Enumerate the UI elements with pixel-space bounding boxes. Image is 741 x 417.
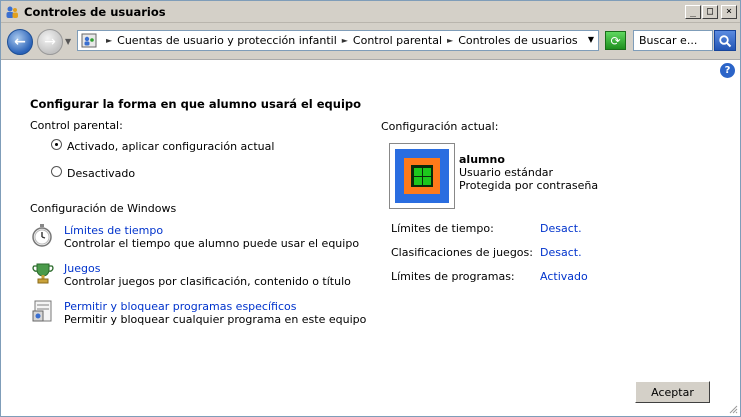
radio-activated-label[interactable]: Activado, aplicar configuración actual [67,140,274,153]
parental-control-label: Control parental: [30,119,123,132]
breadcrumb-item[interactable]: Controles de usuarios [458,34,577,47]
close-button[interactable]: × [721,5,737,19]
address-dropdown-icon[interactable]: ▼ [588,35,594,44]
windows-settings-label: Configuración de Windows [30,202,177,215]
refresh-icon: ⟳ [610,33,621,48]
allow-block-programs-link[interactable]: Permitir y bloquear programas específico… [64,300,296,313]
help-icon[interactable]: ? [720,63,735,78]
current-settings-label: Configuración actual: [381,120,499,133]
user-type: Usuario estándar [459,166,554,179]
program-icon [32,300,52,322]
minimize-button[interactable]: _ [685,5,701,19]
breadcrumb-item[interactable]: Cuentas de usuario y protección infantil [117,34,337,47]
back-button[interactable]: ← [7,29,33,55]
time-limits-status-value[interactable]: Desact. [540,222,582,235]
refresh-button[interactable]: ⟳ [605,31,626,50]
radio-deactivated-label[interactable]: Desactivado [67,167,135,180]
games-link[interactable]: Juegos [64,262,100,275]
accept-button[interactable]: Aceptar [635,381,710,403]
search-button[interactable] [714,30,736,51]
window-title: Controles de usuarios [24,4,166,19]
title-bar: Controles de usuarios _ □ × [1,1,740,23]
crumb-separator-icon[interactable]: ► [447,36,453,45]
user-protection: Protegida por contraseña [459,179,599,192]
radio-activated[interactable] [51,139,62,150]
forward-button[interactable]: → [37,29,63,55]
game-ratings-status-value[interactable]: Desact. [540,246,582,259]
time-limits-description: Controlar el tiempo que alumno puede usa… [64,237,360,250]
user-name: alumno [459,153,505,166]
forward-arrow-icon: → [44,34,56,50]
game-ratings-status-label: Clasificaciones de juegos: [391,246,533,259]
maximize-button[interactable]: □ [702,5,718,19]
resize-grip-icon[interactable] [728,404,738,414]
program-limits-status-value[interactable]: Activado [540,270,588,283]
stopwatch-icon [32,224,52,247]
back-arrow-icon: ← [14,34,26,50]
search-placeholder: Buscar e... [639,34,698,47]
user-avatar [389,143,455,209]
window-picture-icon [395,149,449,203]
games-description: Controlar juegos por clasificación, cont… [64,275,351,288]
search-input[interactable]: Buscar e... [633,30,713,51]
window-controls: _ □ × [685,5,737,19]
users-icon [6,6,18,18]
program-limits-status-label: Límites de programas: [391,270,515,283]
breadcrumb-item[interactable]: Control parental [353,34,442,47]
trophy-icon [32,263,54,284]
window: Controles de usuarios _ □ × ← → ▼ ► Cuen… [0,0,741,417]
page-title: Configurar la forma en que alumno usará … [30,97,362,111]
time-limits-status-label: Límites de tiempo: [391,222,494,235]
crumb-separator-icon[interactable]: ► [342,36,348,45]
address-bar[interactable]: ► Cuentas de usuario y protección infant… [77,30,599,51]
control-panel-icon [81,33,97,48]
time-limits-link[interactable]: Límites de tiempo [64,224,163,237]
search-icon [719,34,732,47]
navigation-bar: ← → ▼ ► Cuentas de usuario y protección … [1,23,740,60]
crumb-separator-icon[interactable]: ► [106,36,112,45]
radio-deactivated[interactable] [51,166,62,177]
history-dropdown-icon[interactable]: ▼ [65,37,71,46]
allow-block-programs-description: Permitir y bloquear cualquier programa e… [64,313,367,326]
